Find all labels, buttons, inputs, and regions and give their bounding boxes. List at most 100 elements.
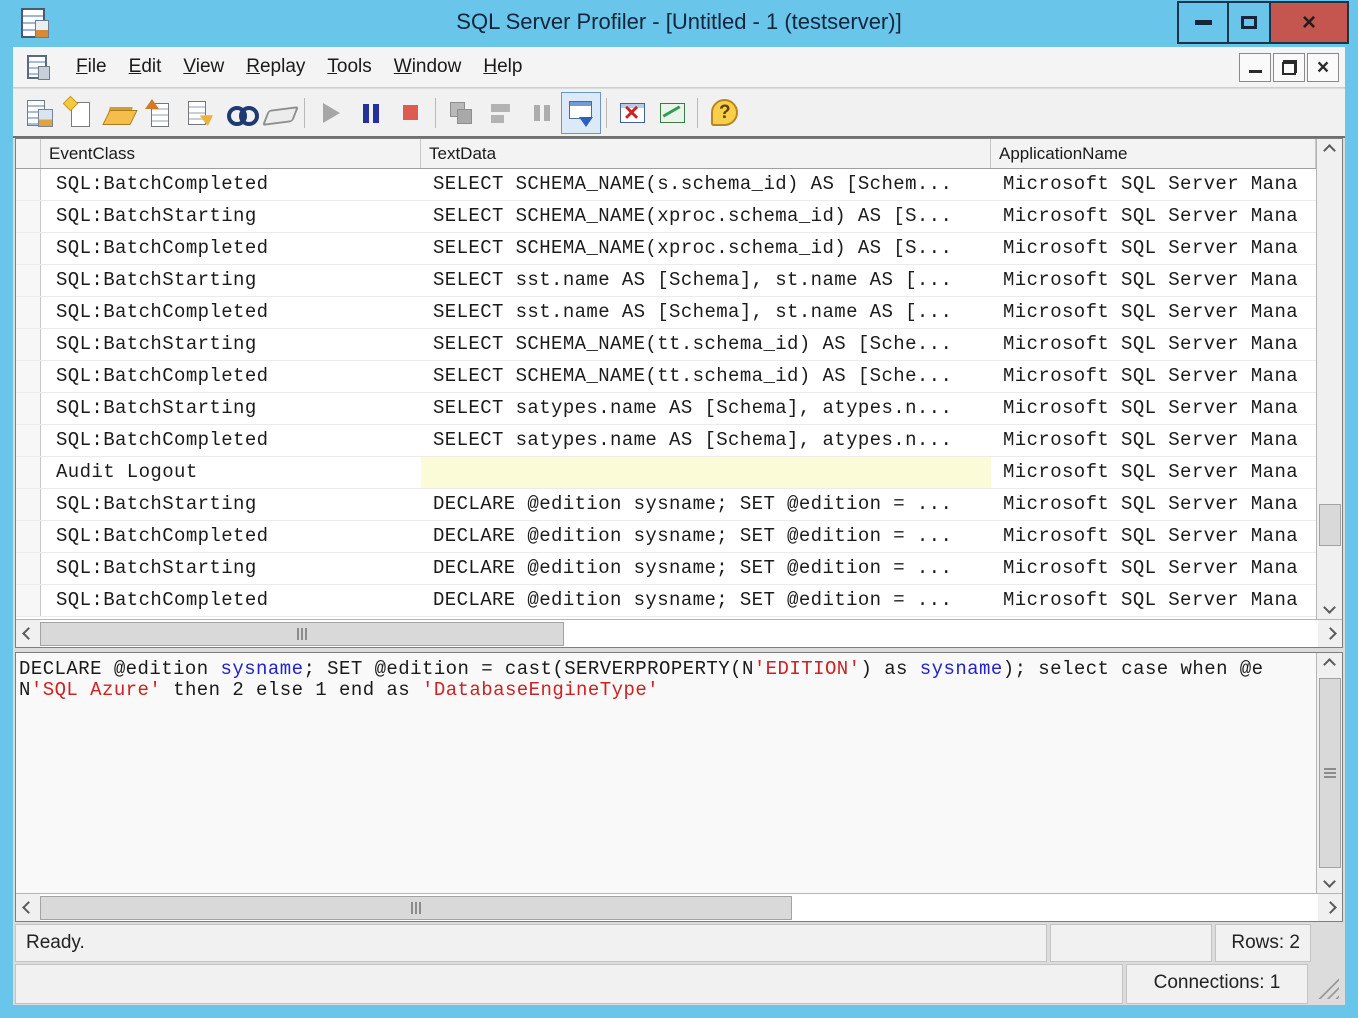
table-row[interactable]: SQL:BatchStartingSELECT SCHEMA_NAME(tt.s…	[16, 329, 1316, 361]
menu-view[interactable]: View	[172, 50, 235, 84]
properties-button[interactable]	[179, 92, 219, 134]
window-controls: ×	[1177, 1, 1349, 44]
table-row[interactable]: SQL:BatchStartingDECLARE @edition sysnam…	[16, 553, 1316, 585]
minimize-button[interactable]	[1177, 1, 1229, 44]
cell-applicationname: Microsoft SQL Server Mana	[991, 329, 1316, 360]
child-restore-button[interactable]	[1273, 53, 1305, 82]
table-row[interactable]: SQL:BatchCompletedSELECT SCHEMA_NAME(xpr…	[16, 233, 1316, 265]
grid-hscroll-thumb[interactable]	[40, 622, 564, 646]
child-minimize-button[interactable]	[1239, 53, 1271, 82]
toolbar	[13, 89, 1345, 138]
trace-properties-button[interactable]	[19, 92, 59, 134]
table-row[interactable]: SQL:BatchCompletedDECLARE @edition sysna…	[16, 585, 1316, 617]
pane-vertical-scrollbar[interactable]	[1316, 653, 1342, 893]
pause-trace-icon	[353, 96, 387, 130]
auto-scroll-icon	[564, 96, 598, 130]
stop-trace-button[interactable]	[390, 92, 430, 134]
scroll-up-arrow-icon[interactable]	[1317, 139, 1342, 162]
help-icon	[706, 96, 740, 130]
run-to-cursor-button[interactable]	[481, 92, 521, 134]
maximize-icon	[1241, 16, 1257, 29]
open-trace-button[interactable]	[99, 92, 139, 134]
table-row[interactable]: SQL:BatchCompletedSELECT satypes.name AS…	[16, 425, 1316, 457]
child-close-button[interactable]: ×	[1307, 53, 1339, 82]
table-row[interactable]: SQL:BatchCompletedDECLARE @edition sysna…	[16, 521, 1316, 553]
save-trace-button[interactable]	[139, 92, 179, 134]
close-button[interactable]: ×	[1271, 1, 1349, 44]
trace-status-bar: Ready. Rows: 2	[15, 924, 1311, 962]
pane-vscroll-thumb[interactable]	[1319, 678, 1341, 868]
toggle-breakpoint-button[interactable]	[521, 92, 561, 134]
help-button[interactable]	[703, 92, 743, 134]
row-selector	[16, 169, 41, 200]
find-button[interactable]	[219, 92, 259, 134]
cell-textdata: SELECT SCHEMA_NAME(s.schema_id) AS [Sche…	[421, 169, 991, 200]
auto-scroll-button[interactable]	[561, 92, 601, 134]
open-trace-icon	[102, 96, 136, 130]
menu-file[interactable]: File	[65, 50, 118, 84]
child-window-controls: ×	[1239, 53, 1339, 82]
sql-text[interactable]: DECLARE @edition sysname; SET @edition =…	[16, 653, 1316, 893]
column-header-applicationname[interactable]: ApplicationName	[991, 139, 1316, 168]
row-selector	[16, 297, 41, 328]
row-selector-header	[16, 139, 41, 168]
pane-horizontal-scrollbar[interactable]	[16, 893, 1342, 921]
cell-eventclass: SQL:BatchStarting	[41, 489, 421, 520]
table-row[interactable]: SQL:BatchStartingSELECT SCHEMA_NAME(xpro…	[16, 201, 1316, 233]
grid-rows: SQL:BatchCompleted SELECT SCHEMA_NAME(s.s…	[16, 169, 1316, 617]
menu-tools[interactable]: Tools	[316, 50, 382, 84]
pane-hscroll-thumb[interactable]	[40, 896, 792, 920]
table-row[interactable]: SQL:BatchCompletedSELECT SCHEMA_NAME(s.s…	[16, 169, 1316, 201]
cell-applicationname: Microsoft SQL Server Mana	[991, 201, 1316, 232]
chart-grid-icon	[655, 96, 689, 130]
grid-vertical-scrollbar[interactable]	[1316, 139, 1342, 619]
chart-grid-button[interactable]	[652, 92, 692, 134]
scroll-down-arrow-icon[interactable]	[1317, 596, 1342, 619]
step-icon	[444, 96, 478, 130]
start-trace-button[interactable]	[310, 92, 350, 134]
table-x-button[interactable]	[612, 92, 652, 134]
menu-edit[interactable]: Edit	[118, 50, 173, 84]
new-trace-button[interactable]	[59, 92, 99, 134]
cell-eventclass: SQL:BatchCompleted	[41, 521, 421, 552]
cell-applicationname: Microsoft SQL Server Mana	[991, 457, 1316, 488]
status-empty-panel	[15, 964, 1123, 1004]
table-row[interactable]: SQL:BatchStartingDECLARE @edition sysnam…	[16, 489, 1316, 521]
scroll-left-arrow-icon[interactable]	[16, 620, 40, 647]
minimize-icon	[1195, 20, 1212, 25]
column-header-eventclass[interactable]: EventClass	[41, 139, 421, 168]
table-row[interactable]: Audit Logout Microsoft SQL Server Mana	[16, 457, 1316, 489]
cell-textdata: DECLARE @edition sysname; SET @edition =…	[421, 553, 991, 584]
cell-applicationname: Microsoft SQL Server Mana	[991, 489, 1316, 520]
grid-vscroll-thumb[interactable]	[1319, 504, 1341, 546]
row-selector	[16, 329, 41, 360]
cell-textdata: SELECT SCHEMA_NAME(tt.schema_id) AS [Sch…	[421, 329, 991, 360]
cell-textdata	[421, 457, 991, 488]
pause-trace-button[interactable]	[350, 92, 390, 134]
cell-applicationname: Microsoft SQL Server Mana	[991, 425, 1316, 456]
cell-applicationname: Microsoft SQL Server Mana	[991, 521, 1316, 552]
step-button[interactable]	[441, 92, 481, 134]
table-row[interactable]: SQL:BatchCompletedSELECT sst.name AS [Sc…	[16, 297, 1316, 329]
table-row[interactable]: SQL:BatchStartingSELECT sst.name AS [Sch…	[16, 265, 1316, 297]
clear-trace-button[interactable]	[259, 92, 299, 134]
scroll-right-arrow-icon[interactable]	[1318, 620, 1342, 647]
scroll-left-arrow-icon[interactable]	[16, 894, 40, 921]
status-spare-panel	[1050, 924, 1212, 962]
scroll-right-arrow-icon[interactable]	[1318, 894, 1342, 921]
row-selector	[16, 553, 41, 584]
maximize-button[interactable]	[1229, 1, 1271, 44]
cell-eventclass: SQL:BatchCompleted	[41, 361, 421, 392]
cell-eventclass: SQL:BatchCompleted	[41, 233, 421, 264]
menu-help[interactable]: Help	[472, 50, 533, 84]
menu-replay[interactable]: Replay	[235, 50, 316, 84]
cell-eventclass: Audit Logout	[41, 457, 421, 488]
table-row[interactable]: SQL:BatchStartingSELECT satypes.name AS …	[16, 393, 1316, 425]
scroll-up-arrow-icon[interactable]	[1317, 653, 1342, 676]
grid-horizontal-scrollbar[interactable]	[16, 619, 1342, 647]
table-row[interactable]: SQL:BatchCompletedSELECT SCHEMA_NAME(tt.…	[16, 361, 1316, 393]
scroll-down-arrow-icon[interactable]	[1317, 870, 1342, 893]
document-icon	[27, 55, 47, 79]
menu-window[interactable]: Window	[383, 50, 473, 84]
column-header-textdata[interactable]: TextData	[421, 139, 991, 168]
